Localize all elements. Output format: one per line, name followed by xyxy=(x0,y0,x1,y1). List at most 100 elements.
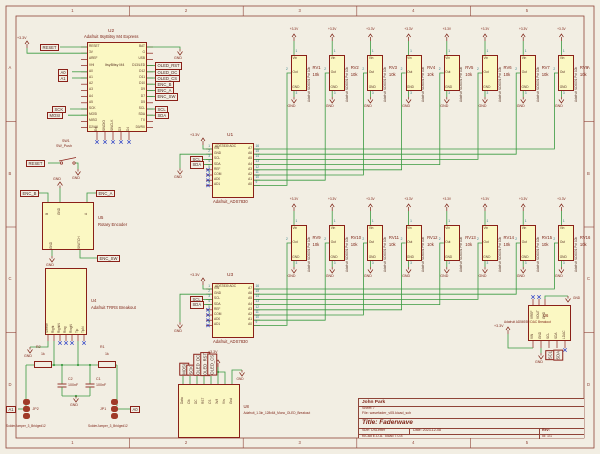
text-oled-top_pins-3: RST xyxy=(202,386,205,404)
text-mcu-left_pins-1: 3V xyxy=(89,51,93,54)
text-power-gnd: GND xyxy=(237,378,244,381)
text-switch-ref: SW1 xyxy=(62,140,70,144)
text-faders-value: 10k xyxy=(465,73,472,77)
text-mcu-bottom_pins-1: SWDIO xyxy=(103,115,106,131)
gnd-arrow-icon xyxy=(368,270,373,274)
text-jumpers-jp1-value: SolderJumper_3_Bridged12 xyxy=(88,425,128,428)
text-faders-pin_nums-1: 2 xyxy=(286,238,288,241)
text-faders-pin_nums-2: 3 xyxy=(372,92,374,95)
text-faders-pins-out: Out xyxy=(484,71,489,74)
text-faders-row1-3: RV4 xyxy=(427,66,435,70)
text-faders-row2-6: RV15 xyxy=(542,236,552,240)
text-faders-part: Adafruit SC6031 Pot 10k xyxy=(308,48,311,102)
text-adc1-right_pins-4: A3 xyxy=(233,168,252,171)
text-oled-top_pins-1: Clk xyxy=(188,386,191,404)
text-mcu-left_pins-8: A4 xyxy=(89,95,93,98)
text-adc2-left_pins-5: COM xyxy=(214,313,221,316)
text-faders-part: Adafruit SC6031 Pot 10k xyxy=(460,218,463,272)
text-power-gnd: GND xyxy=(174,57,182,61)
text-adc1-left_pins-0: VIN xyxy=(214,147,219,150)
solder-jumper-pad[interactable] xyxy=(23,413,30,419)
text-adc2-left_pins-1: GND xyxy=(214,292,221,295)
netlabel-encoder-labels-left[interactable]: ENC_B xyxy=(20,190,39,197)
text-adc1-left_pins-4: REF xyxy=(214,168,220,171)
gnd-arrow-icon xyxy=(521,100,526,104)
switch-contact-icon xyxy=(73,162,75,164)
junction-dot xyxy=(77,364,79,366)
tb-size: Size: USLetter xyxy=(362,429,385,433)
text-power-v33: +3.3V xyxy=(322,28,342,31)
text-adc2-right_pins-4: A3 xyxy=(233,308,252,311)
text-frame-columns-2: 3 xyxy=(299,441,301,445)
power-arrow-icon xyxy=(330,34,334,37)
text-adc2-right_nums-2: 14 xyxy=(256,295,260,298)
netlabel-mcu-right_labels-5[interactable]: ENC_SW xyxy=(155,93,178,100)
text-adc2-left_pins-2: SCL xyxy=(214,297,220,300)
solder-jumper-pad[interactable] xyxy=(23,406,30,412)
wire xyxy=(254,73,291,185)
netlabel-mcu-left_labels-0[interactable]: RESET xyxy=(40,44,59,51)
gnd-arrow-icon xyxy=(292,270,297,274)
netlabel-mcu-left_labels-2[interactable]: A1 xyxy=(58,75,68,82)
text-mcu-bottom_pins-2: SWCLK xyxy=(111,115,114,131)
netlabel-dac-labels-1[interactable]: SDA xyxy=(553,350,563,361)
text-faders-row2-7: RV16 xyxy=(580,236,590,240)
power-arrow-icon xyxy=(292,34,296,37)
text-oled-value: Adafruit_1.3in_128x64_Mono_OLED_Breakout xyxy=(244,412,311,415)
text-frame-columns-1: 2 xyxy=(185,9,187,13)
text-adc1-right_pins-7: A0 xyxy=(233,183,252,186)
text-oled-top_pins-5: 3v3 xyxy=(216,386,219,404)
text-faders-part: Adafruit SC6031 Pot 10k xyxy=(575,218,578,272)
text-adc2-right_nums-6: 10 xyxy=(256,316,260,319)
netlabel-mcu-right_labels-7[interactable]: SDA xyxy=(155,112,169,119)
text-mcu-right_pins-7: D9 xyxy=(126,88,145,91)
text-faders-pins-vin: Vin xyxy=(560,227,565,230)
text-faders-value: 10k xyxy=(504,243,511,247)
text-adc1-left_pins-7: AD1 xyxy=(214,183,220,186)
text-power-gnd: GND xyxy=(440,275,448,279)
text-faders-pin_nums-2: 3 xyxy=(525,92,527,95)
gnd-arrow-icon xyxy=(330,100,335,104)
text-faders-pin_nums-1: 2 xyxy=(553,68,555,71)
netlabel-switch-label[interactable]: RESET xyxy=(26,160,45,167)
component-resistor-r1[interactable] xyxy=(98,361,116,368)
text-faders-pins-gnd: GND xyxy=(407,86,414,89)
power-arrow-icon xyxy=(368,204,372,207)
text-rc-c1-value: 100nF xyxy=(96,384,106,388)
solder-jumper-pad[interactable] xyxy=(111,399,118,405)
text-faders-row1-0: RV1 xyxy=(313,66,321,70)
tb-id: Id: 1/1 xyxy=(542,435,552,439)
netlabel-adc1-labels-1[interactable]: SDA xyxy=(190,161,204,168)
text-faders-pins-vin: Vin xyxy=(369,227,374,230)
text-faders-pins-gnd: GND xyxy=(292,86,299,89)
text-faders-value: 10k xyxy=(313,73,320,77)
text-adc1-right_pins-6: A1 xyxy=(233,178,252,181)
netlabel-adc2-labels-1[interactable]: SDA xyxy=(190,301,204,308)
gnd-arrow-icon xyxy=(444,100,449,104)
netlabel-encoder-labels-right[interactable]: ENC_A xyxy=(96,190,115,197)
text-dac-top_pins-2: GND xyxy=(543,307,546,319)
solder-jumper-pad[interactable] xyxy=(23,399,30,405)
netlabel-oled-flags-4[interactable]: OLED_CS xyxy=(207,354,217,376)
text-rc-c2-value: 100nF xyxy=(68,384,78,388)
wire xyxy=(75,163,78,169)
gnd-arrow-icon xyxy=(406,100,411,104)
component-resistor-r2[interactable] xyxy=(34,361,52,368)
text-faders-part: Adafruit SC6031 Pot 10k xyxy=(384,48,387,102)
gnd-arrow-icon xyxy=(178,325,183,329)
netlabel-encoder-labels-bottom[interactable]: ENC_SW xyxy=(97,255,120,262)
text-faders-pins-gnd: GND xyxy=(369,256,376,259)
solder-jumper-pad[interactable] xyxy=(111,413,118,419)
text-mcu-bottom_pins-3: D3 xyxy=(119,115,122,131)
text-power-gnd: GND xyxy=(288,105,296,109)
netlabel-jumpers-jp2-label[interactable]: A1 xyxy=(6,406,16,413)
text-power-gnd: GND xyxy=(364,275,372,279)
power-arrow-icon xyxy=(559,34,563,37)
netlabel-jumpers-jp1-label[interactable]: A0 xyxy=(130,406,140,413)
solder-jumper-pad[interactable] xyxy=(111,406,118,412)
netlabel-mcu-left_labels-4[interactable]: MOSI xyxy=(47,112,63,119)
text-adc1-left_nums-5: 6 xyxy=(202,171,210,174)
text-trrs-bottom_pins-3: Ring xyxy=(64,311,67,333)
text-rc-r1-ref: R1 xyxy=(100,346,105,350)
text-mcu-bottom_pins-4: D4 xyxy=(127,115,130,131)
